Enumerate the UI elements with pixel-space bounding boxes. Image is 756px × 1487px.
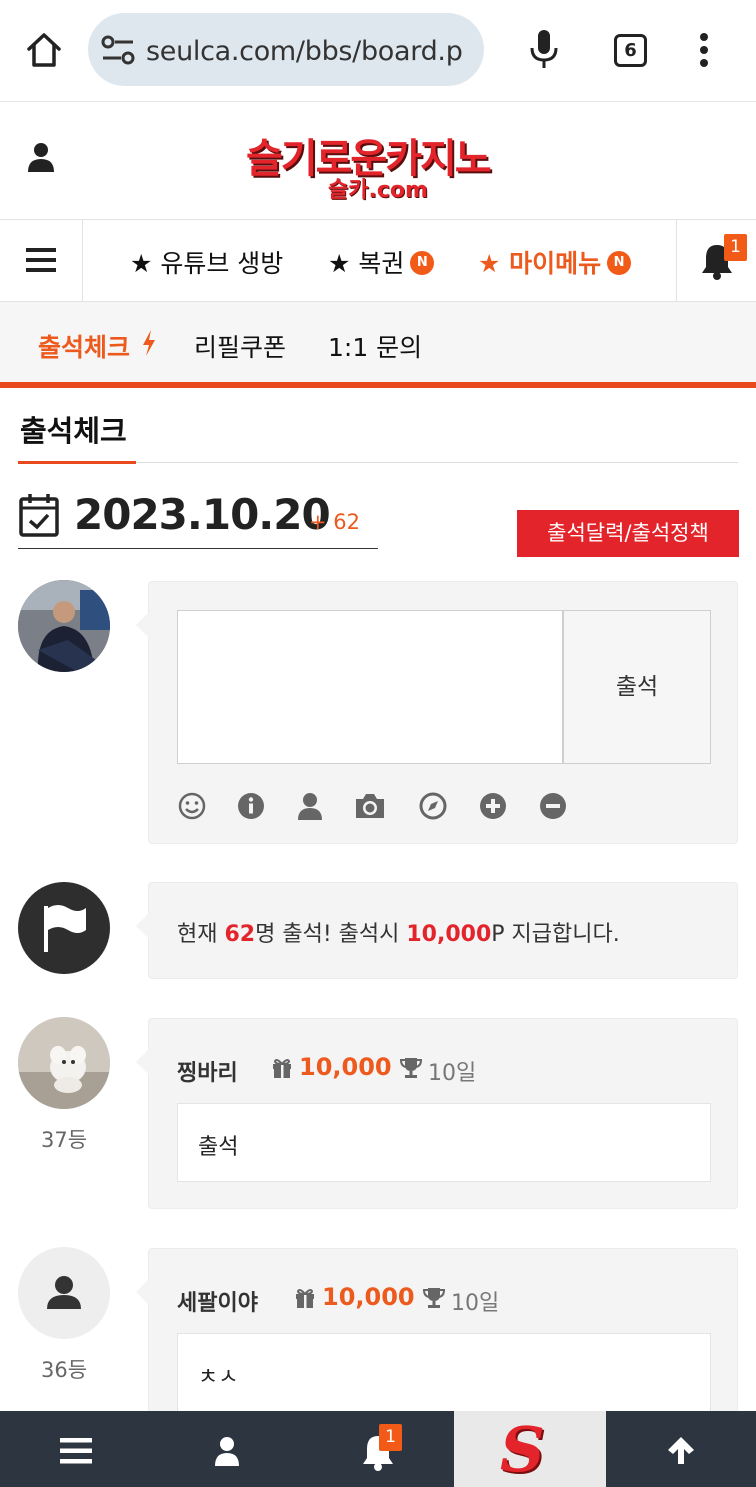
- hamburger-menu-icon: [60, 1438, 92, 1464]
- nav-item-lottery[interactable]: ★ 복권 N: [328, 244, 435, 280]
- new-badge: N: [607, 251, 632, 275]
- site-settings-icon[interactable]: [100, 34, 136, 66]
- trophy-icon: [422, 1287, 446, 1309]
- arrow-up-icon: [666, 1435, 696, 1465]
- microphone-icon[interactable]: [528, 28, 560, 70]
- entry-message-box: 출석: [177, 1103, 711, 1182]
- compass-icon[interactable]: [418, 791, 448, 821]
- entry-days: 10일: [451, 1291, 500, 1316]
- gift-icon: [271, 1057, 293, 1079]
- entry-username[interactable]: 세팔이야: [177, 1285, 258, 1317]
- attend-submit-button[interactable]: 출석: [563, 610, 711, 764]
- entry-message-box: ㅊㅅ: [177, 1333, 711, 1412]
- sub-nav-divider: [0, 382, 756, 388]
- notice-text: 현재 62명 출석! 출석시 10,000P 지급합니다.: [177, 922, 620, 947]
- attendance-notice: 현재 62명 출석! 출석시 10,000P 지급합니다.: [136, 882, 738, 979]
- avatar: [18, 1247, 110, 1339]
- avatar: [18, 1017, 110, 1109]
- bottom-home-logo-button[interactable]: S: [454, 1411, 606, 1487]
- flag-avatar: [18, 882, 110, 974]
- minus-circle-icon[interactable]: [538, 791, 568, 821]
- entry-username[interactable]: 찡바리: [177, 1055, 238, 1087]
- title-underline: [18, 461, 136, 464]
- user-icon[interactable]: [295, 791, 325, 821]
- calendar-policy-button[interactable]: 출석달력/출석정책: [517, 510, 739, 557]
- notice-points: 10,000: [406, 922, 492, 947]
- entry-days: 10일: [428, 1061, 477, 1086]
- plus-circle-icon[interactable]: [478, 791, 508, 821]
- main-nav: ★ 유튜브 생방 ★ 복권 N ★ 마이메뉴 N 1: [0, 220, 756, 302]
- nav-item-youtube-live[interactable]: ★ 유튜브 생방: [130, 244, 283, 280]
- bottom-notification-button[interactable]: 1: [302, 1411, 453, 1487]
- browser-toolbar: seulca.com/bbs/board.p 6: [0, 0, 756, 102]
- home-icon[interactable]: [24, 30, 64, 70]
- nav-item-my-menu[interactable]: ★ 마이메뉴 N: [478, 244, 632, 280]
- site-header: 슬기로운카지노 슬카.com: [0, 102, 756, 220]
- entry-message: ㅊㅅ: [198, 1365, 239, 1390]
- entry-points: 10,000: [299, 1053, 392, 1081]
- comment-textarea[interactable]: [177, 610, 563, 764]
- sub-nav-attendance[interactable]: 출석체크: [38, 328, 155, 364]
- more-vert-icon[interactable]: [698, 32, 710, 68]
- attendance-date: 2023.10.20: [74, 490, 331, 539]
- page-title: 출석체크: [20, 414, 127, 448]
- avatar: [18, 580, 110, 672]
- user-icon: [214, 1436, 240, 1466]
- bottom-user-button[interactable]: [151, 1411, 302, 1487]
- gift-icon: [294, 1287, 316, 1309]
- site-logo-domain[interactable]: 슬카.com: [328, 172, 428, 204]
- bottom-bar: 1 S: [0, 1411, 756, 1487]
- notice-count: 62: [224, 922, 256, 947]
- smile-icon[interactable]: [177, 791, 207, 821]
- new-badge: N: [410, 251, 435, 275]
- attendance-entry: 찡바리 10,000 10일 출석: [136, 1018, 738, 1209]
- scroll-top-button[interactable]: [606, 1411, 756, 1487]
- lightning-icon: [142, 330, 156, 356]
- notification-count-badge: 1: [724, 234, 747, 261]
- sub-nav-refill-coupon[interactable]: 리필쿠폰: [194, 328, 286, 364]
- trophy-icon: [399, 1057, 423, 1079]
- rank-label: 36등: [40, 1358, 88, 1382]
- sub-nav-inquiry[interactable]: 1:1 문의: [328, 328, 422, 364]
- tab-switcher-button[interactable]: 6: [614, 34, 647, 67]
- url-text[interactable]: seulca.com/bbs/board.p: [146, 36, 476, 67]
- attendance-count: + 62: [309, 510, 360, 534]
- comment-form-card: 출석: [136, 581, 738, 844]
- site-logo-letter: S: [500, 1413, 545, 1486]
- user-icon[interactable]: [27, 142, 55, 172]
- notification-count-badge: 1: [379, 1424, 402, 1451]
- calendar-check-icon: [18, 492, 60, 538]
- camera-icon[interactable]: [353, 791, 387, 821]
- hamburger-menu-icon[interactable]: [26, 248, 56, 272]
- rank-label: 37등: [40, 1128, 88, 1152]
- info-icon[interactable]: [236, 791, 266, 821]
- bottom-menu-button[interactable]: [0, 1411, 151, 1487]
- sub-nav: 출석체크 리필쿠폰 1:1 문의: [0, 302, 756, 382]
- entry-message: 출석: [198, 1135, 239, 1160]
- entry-points: 10,000: [322, 1283, 415, 1311]
